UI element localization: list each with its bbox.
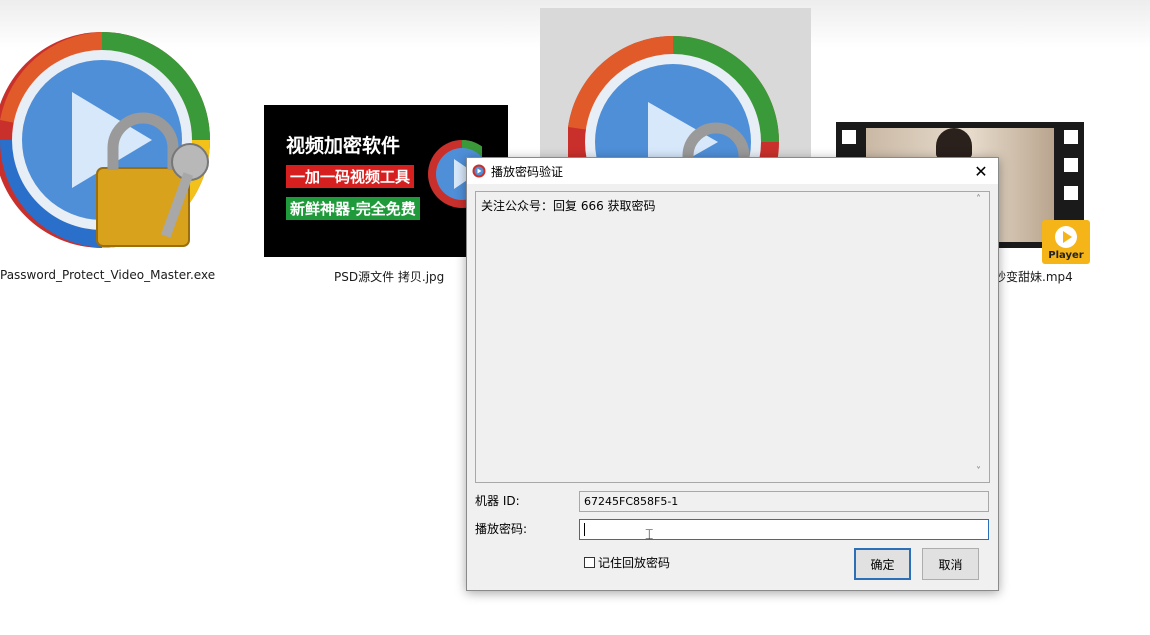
text-caret (584, 523, 585, 536)
password-label: 播放密码: (475, 522, 528, 536)
remember-password-checkbox[interactable]: 记住回放密码 (584, 554, 670, 571)
close-button[interactable]: ✕ (964, 158, 998, 184)
message-textarea[interactable]: 关注公众号：回复 666 获取密码 ˄ ˅ (475, 191, 990, 483)
close-icon: ✕ (974, 161, 988, 181)
dialog-title: 播放密码验证 (491, 165, 564, 179)
thumbnail-line1: 视频加密软件 (286, 135, 401, 157)
machine-id-field[interactable]: 67245FC858F5-1 (579, 491, 989, 512)
password-input[interactable] (579, 519, 989, 540)
file-jpg-label: PSD源文件 拷贝.jpg (334, 270, 445, 284)
scroll-up-icon[interactable]: ˄ (976, 194, 981, 205)
message-text: 关注公众号：回复 666 获取密码 (481, 199, 656, 213)
machine-id-value: 67245FC858F5-1 (584, 495, 679, 508)
video-player-lock-icon (0, 32, 210, 248)
play-circle-icon (1055, 226, 1077, 248)
app-icon (472, 164, 486, 178)
thumbnail-line3: 新鲜神器·完全免费 (286, 197, 420, 220)
ok-button-label: 确定 (870, 557, 895, 572)
machine-id-label: 机器 ID: (475, 494, 520, 508)
cancel-button[interactable]: 取消 (922, 548, 979, 580)
dialog-titlebar[interactable]: 播放密码验证 ✕ (467, 158, 998, 184)
ok-button[interactable]: 确定 (854, 548, 911, 580)
checkbox-box[interactable] (584, 557, 595, 568)
remember-password-label: 记住回放密码 (598, 556, 671, 570)
password-dialog: 播放密码验证 ✕ 关注公众号：回复 666 获取密码 ˄ ˅ 机器 ID: 67… (466, 157, 999, 591)
cancel-button-label: 取消 (938, 557, 963, 572)
thumbnail-line2: 一加一码视频工具 (286, 165, 415, 188)
file-exe[interactable]: Password_Protect_Video_Master.exe (0, 30, 215, 290)
scroll-down-icon[interactable]: ˅ (976, 466, 981, 477)
file-exe-label: Password_Protect_Video_Master.exe (0, 268, 216, 282)
message-scrollbar[interactable]: ˄ ˅ (973, 192, 989, 482)
ibeam-cursor-icon: ⌶ (645, 527, 654, 543)
player-badge-label: Player (1048, 250, 1084, 261)
player-badge: Player (1042, 220, 1090, 264)
